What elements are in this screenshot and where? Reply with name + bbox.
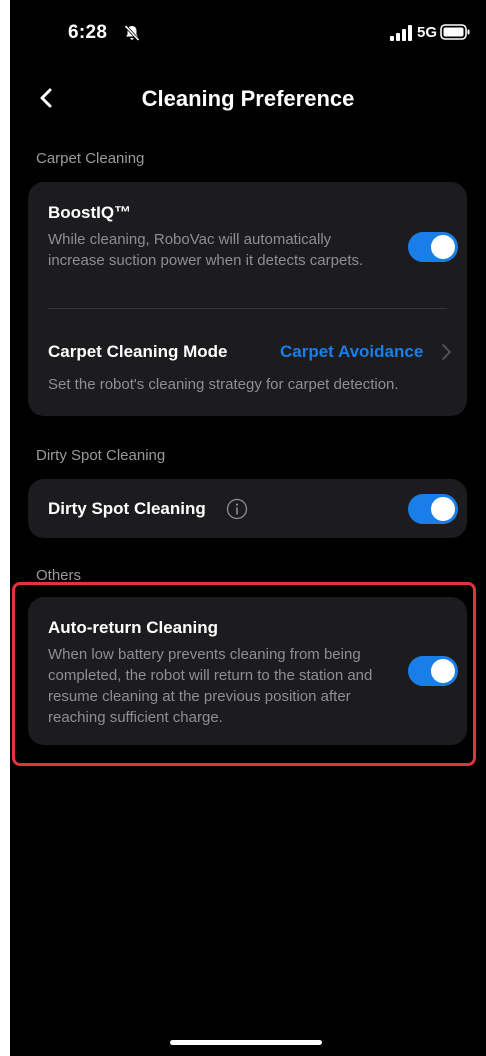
carpet-mode-title: Carpet Cleaning Mode bbox=[48, 342, 228, 361]
auto-return-title: Auto-return Cleaning bbox=[48, 618, 218, 637]
toggle-knob bbox=[431, 235, 455, 259]
card-divider bbox=[48, 308, 447, 309]
dirty-spot-card: Dirty Spot Cleaning bbox=[28, 479, 467, 538]
page-title: Cleaning Preference bbox=[141, 86, 355, 111]
carpet-mode-description: Set the robot's cleaning strategy for ca… bbox=[48, 376, 399, 393]
nav-bar: Cleaning Preference bbox=[10, 72, 486, 124]
boostiq-toggle[interactable] bbox=[408, 232, 458, 262]
auto-return-card: Auto-return Cleaning When low battery pr… bbox=[28, 597, 467, 745]
status-time: 6:28 bbox=[68, 22, 108, 43]
auto-return-toggle[interactable] bbox=[408, 656, 458, 686]
section-header-dirty-spot: Dirty Spot Cleaning bbox=[36, 447, 166, 464]
info-icon[interactable] bbox=[226, 498, 248, 520]
dirty-spot-title: Dirty Spot Cleaning bbox=[48, 499, 206, 518]
chevron-right-icon[interactable] bbox=[440, 343, 452, 361]
toggle-knob bbox=[431, 497, 455, 521]
dirty-spot-toggle[interactable] bbox=[408, 494, 458, 524]
phone-screen: 6:28 5G Cleaning Preference Carpet Clean… bbox=[10, 0, 486, 1056]
auto-return-description: When low battery prevents cleaning from … bbox=[48, 646, 373, 726]
status-bar: 6:28 5G bbox=[10, 0, 486, 64]
carpet-cleaning-card: BoostIQ™ While cleaning, RoboVac will au… bbox=[28, 182, 467, 416]
battery-icon bbox=[440, 24, 470, 40]
toggle-knob bbox=[431, 659, 455, 683]
network-label: 5G bbox=[417, 24, 438, 41]
signal-icon bbox=[390, 25, 412, 41]
carpet-mode-value[interactable]: Carpet Avoidance bbox=[280, 342, 423, 362]
boostiq-title: BoostIQ™ bbox=[48, 203, 132, 222]
section-header-carpet: Carpet Cleaning bbox=[36, 150, 145, 167]
home-indicator bbox=[170, 1040, 322, 1045]
boostiq-description: While cleaning, RoboVac will automatical… bbox=[48, 231, 364, 269]
section-header-others: Others bbox=[36, 567, 82, 584]
bell-slash-icon bbox=[124, 24, 140, 42]
